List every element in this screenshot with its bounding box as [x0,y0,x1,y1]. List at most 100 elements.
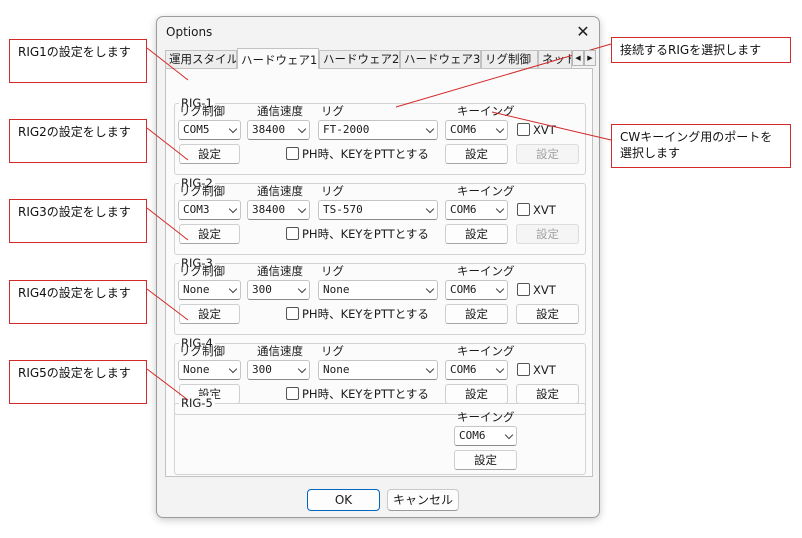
rig1-rig-select[interactable]: FT-2000 [318,120,438,140]
annotation-select-rig: 接続するRIGを選択します [611,37,791,63]
rig1-control-select[interactable]: COM5 [178,120,241,140]
keying-label: キーイング [457,264,515,278]
tab-hardware1[interactable]: ハードウェア1 [237,48,319,69]
tab-network[interactable]: ネット [538,50,572,68]
rig-control-label: リグ制御 [179,344,225,358]
rig4-xvt-checkbox[interactable] [517,363,530,376]
ph-ptt-label: PH時、KEYをPTTとする [302,227,429,241]
chevron-down-icon [425,204,435,214]
chevron-down-icon [495,284,505,294]
annotation-rig1: RIG1の設定をします [9,39,147,83]
rig4-baud-select[interactable]: 300 [247,360,310,380]
xvt-label: XVT [533,363,556,377]
rig1-baud-select[interactable]: 38400 [247,120,310,140]
ph-ptt-label: PH時、KEYをPTTとする [302,147,429,161]
close-icon[interactable]: ✕ [573,22,593,42]
baud-label: 通信速度 [257,264,303,278]
tab-hardware2[interactable]: ハードウェア2 [319,50,400,68]
rig1-setting-button[interactable]: 設定 [179,144,240,164]
chevron-down-icon [297,204,307,214]
tab-operation-style[interactable]: 運用スタイル [165,50,237,68]
tab-hardware3[interactable]: ハードウェア3 [400,50,481,68]
rig2-ph-ptt-checkbox[interactable] [286,227,299,240]
xvt-label: XVT [533,203,556,217]
cancel-button[interactable]: キャンセル [387,489,459,511]
baud-label: 通信速度 [257,344,303,358]
tab-rig-control[interactable]: リグ制御 [481,50,538,68]
rig1-group: RIG-1 リグ制御 通信速度 リグ キーイング COM5 38400 FT-2… [174,96,586,175]
rig5-keying-setting-button[interactable]: 設定 [454,450,517,470]
rig5-keying-label: キーイング [457,410,515,424]
chevron-down-icon [228,204,238,214]
chevron-down-icon [495,124,505,134]
rig2-keying-port-setting-button[interactable]: 設定 [445,224,508,244]
chevron-down-icon [228,364,238,374]
baud-label: 通信速度 [257,184,303,198]
hardware1-panel: RIG-1 リグ制御 通信速度 リグ キーイング COM5 38400 FT-2… [165,68,593,477]
rig3-control-select[interactable]: None [178,280,241,300]
rig5-legend: RIG-5 [179,396,215,410]
rig2-setting-button[interactable]: 設定 [179,224,240,244]
rig5-group: RIG-5 キーイング COM6 設定 [174,396,586,475]
rig3-keying-select[interactable]: COM6 [445,280,508,300]
rig1-ph-ptt-checkbox[interactable] [286,147,299,160]
rig-control-label: リグ制御 [179,184,225,198]
rig2-xvt-setting-button[interactable]: 設定 [516,224,579,244]
chevron-down-icon [297,284,307,294]
rig3-xvt-setting-button[interactable]: 設定 [516,304,579,324]
rig3-xvt-checkbox[interactable] [517,283,530,296]
tab-scroll-left-icon[interactable]: ◀ [572,50,584,66]
rig1-xvt-checkbox[interactable] [517,123,530,136]
baud-label: 通信速度 [257,104,303,118]
dialog-title: Options [166,25,213,39]
rig2-rig-select[interactable]: TS-570 [318,200,438,220]
rig2-xvt-checkbox[interactable] [517,203,530,216]
xvt-label: XVT [533,283,556,297]
chevron-down-icon [495,364,505,374]
chevron-down-icon [228,124,238,134]
rig-control-label: リグ制御 [179,264,225,278]
chevron-down-icon [425,124,435,134]
rig3-setting-button[interactable]: 設定 [179,304,240,324]
rig2-keying-select[interactable]: COM6 [445,200,508,220]
rig2-baud-select[interactable]: 38400 [247,200,310,220]
rig3-keying-port-setting-button[interactable]: 設定 [445,304,508,324]
rig3-rig-select[interactable]: None [318,280,438,300]
rig5-keying-select[interactable]: COM6 [454,426,517,446]
rig4-keying-port-setting-button[interactable]: 設定 [445,384,508,404]
annotation-cw-port: CWキーイング用のポートを選択します [611,124,791,168]
rig2-control-select[interactable]: COM3 [178,200,241,220]
annotation-rig3: RIG3の設定をします [9,199,147,243]
keying-label: キーイング [457,104,515,118]
chevron-down-icon [228,284,238,294]
tab-scroll-right-icon[interactable]: ▶ [584,50,596,66]
rig1-keying-select[interactable]: COM6 [445,120,508,140]
annotation-rig4: RIG4の設定をします [9,280,147,324]
ok-button[interactable]: OK [307,489,380,511]
chevron-down-icon [297,364,307,374]
title-bar: Options ✕ [157,17,599,47]
rig-label: リグ [321,184,344,198]
tab-bar: 運用スタイル ハードウェア1 ハードウェア2 ハードウェア3 リグ制御 ネット … [165,48,596,69]
ph-ptt-label: PH時、KEYをPTTとする [302,387,429,401]
annotation-rig5: RIG5の設定をします [9,360,147,404]
rig3-ph-ptt-checkbox[interactable] [286,307,299,320]
annotation-rig2: RIG2の設定をします [9,119,147,163]
rig4-keying-select[interactable]: COM6 [445,360,508,380]
rig-label: リグ [321,104,344,118]
chevron-down-icon [495,204,505,214]
rig2-group: RIG-2 リグ制御 通信速度 リグ キーイング COM3 38400 TS-5… [174,176,586,255]
rig4-rig-select[interactable]: None [318,360,438,380]
ph-ptt-label: PH時、KEYをPTTとする [302,307,429,321]
chevron-down-icon [425,284,435,294]
rig3-baud-select[interactable]: 300 [247,280,310,300]
rig-label: リグ [321,264,344,278]
rig4-control-select[interactable]: None [178,360,241,380]
chevron-down-icon [425,364,435,374]
rig4-ph-ptt-checkbox[interactable] [286,387,299,400]
rig-control-label: リグ制御 [179,104,225,118]
chevron-down-icon [297,124,307,134]
rig1-xvt-setting-button[interactable]: 設定 [516,144,579,164]
rig4-xvt-setting-button[interactable]: 設定 [516,384,579,404]
rig1-keying-port-setting-button[interactable]: 設定 [445,144,508,164]
